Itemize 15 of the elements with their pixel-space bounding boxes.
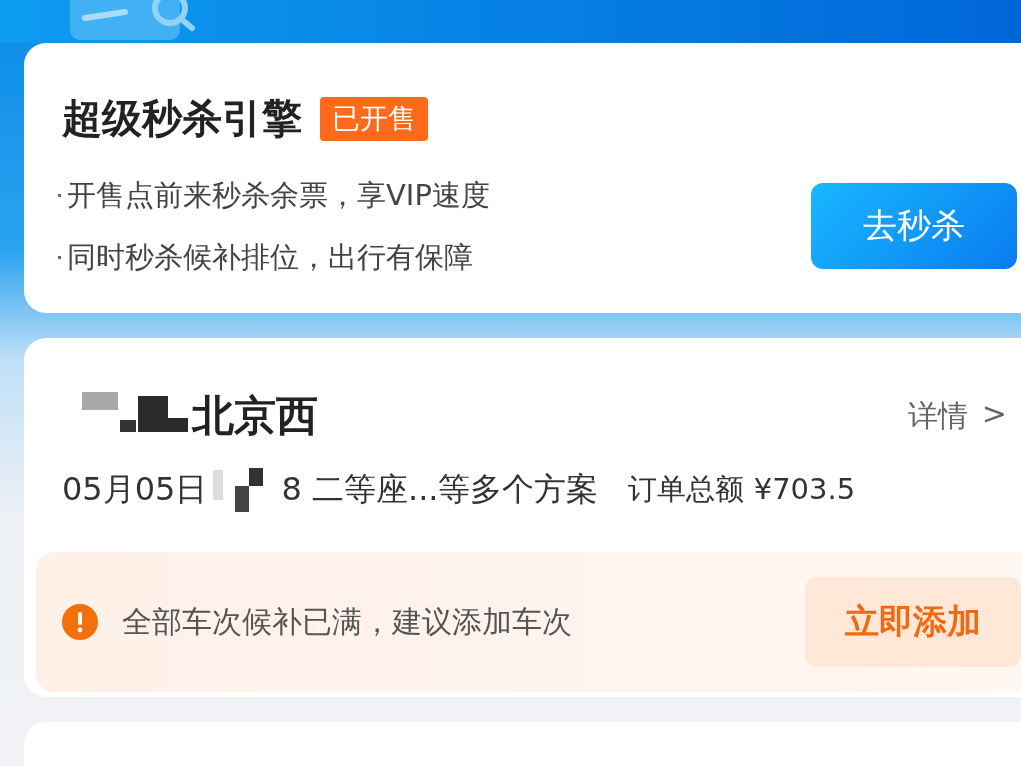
status-badge: 已开售 (320, 96, 428, 141)
destination-station: 北京西 (192, 390, 318, 442)
plan-summary: 8 二等座...等多个方案 (281, 469, 599, 510)
feature-text: 同时秒杀候补排位，出行有保障 (67, 239, 473, 276)
warning-icon (62, 604, 98, 640)
seckill-button[interactable]: 去秒杀 (811, 183, 1017, 269)
card-title: 超级秒杀引擎 (62, 94, 302, 143)
feature-text: 开售点前来秒杀余票，享VIP速度 (67, 177, 490, 214)
warning-text: 全部车次候补已满，建议添加车次 (122, 602, 573, 641)
travel-date: 05月05日 (62, 469, 208, 510)
details-link[interactable]: 详情 > (907, 395, 1021, 437)
bullet-icon (58, 255, 61, 259)
order-total: 订单总额 ¥703.5 (628, 471, 856, 508)
add-train-button[interactable]: 立即添加 (805, 577, 1021, 667)
bullet-icon (58, 193, 61, 197)
